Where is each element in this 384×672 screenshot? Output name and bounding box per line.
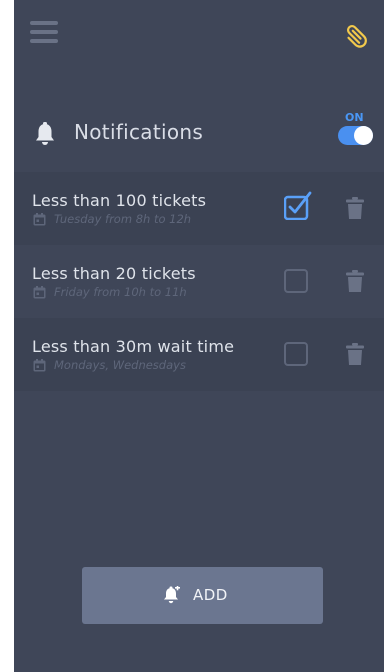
paperclip-icon[interactable] [342, 20, 372, 50]
alert-title: Less than 20 tickets [32, 264, 196, 283]
add-button-label: ADD [193, 586, 228, 604]
alert-title: Less than 100 tickets [32, 191, 207, 210]
alert-checkbox[interactable] [284, 342, 308, 366]
alert-checkbox-checked[interactable] [284, 191, 312, 220]
alert-schedule: Friday from 10h to 11h [54, 285, 187, 299]
app-screen: Notifications ON Less than 100 tickets T… [14, 0, 384, 672]
alert-row: Less than 30m wait time Mondays, Wednesd… [14, 318, 384, 391]
notifications-title: Notifications [74, 120, 204, 144]
alert-row: Less than 20 tickets Friday from 10h to … [14, 245, 384, 318]
alert-title: Less than 30m wait time [32, 337, 235, 356]
trash-icon[interactable] [346, 197, 364, 219]
calendar-icon [33, 359, 46, 372]
toggle-state-label: ON [345, 111, 364, 124]
alert-checkbox[interactable] [284, 269, 308, 293]
alert-row: Less than 100 tickets Tuesday from 8h to… [14, 172, 384, 245]
notifications-toggle[interactable] [338, 126, 373, 145]
alert-schedule: Mondays, Wednesdays [54, 358, 186, 372]
calendar-icon [33, 213, 46, 226]
calendar-icon [33, 286, 46, 299]
checkmark-icon [284, 191, 312, 220]
add-alert-button[interactable]: ADD [82, 567, 323, 624]
trash-icon[interactable] [346, 270, 364, 292]
trash-icon[interactable] [346, 343, 364, 365]
bell-icon [36, 122, 54, 145]
hamburger-menu-icon[interactable] [30, 21, 58, 43]
toggle-knob [354, 126, 373, 145]
notifications-header: Notifications ON [14, 108, 384, 158]
alert-schedule: Tuesday from 8h to 12h [54, 212, 192, 226]
bell-plus-icon [164, 586, 180, 604]
